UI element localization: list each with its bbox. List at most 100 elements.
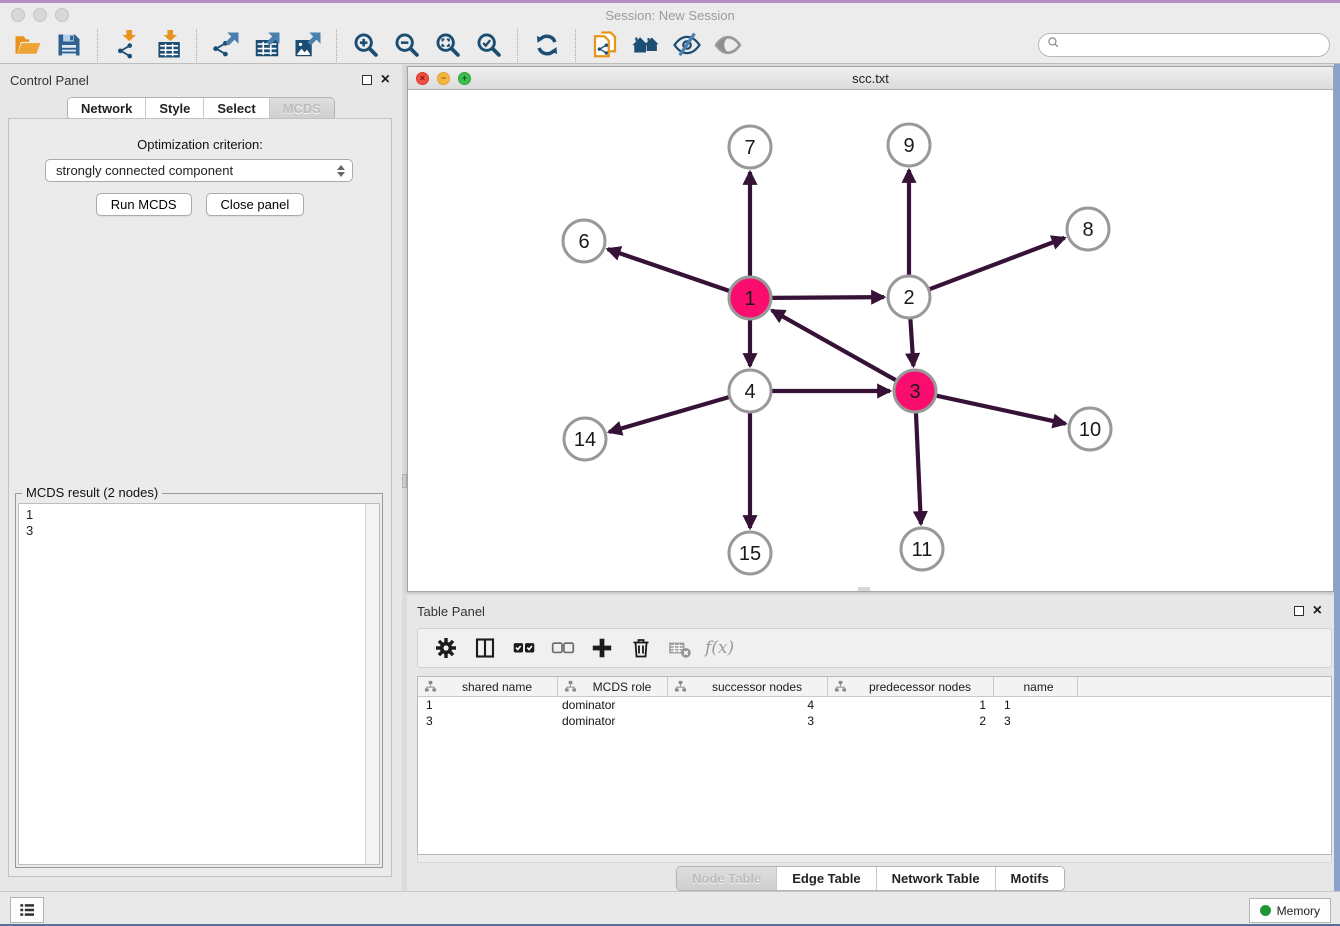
cell-predecessor-nodes[interactable]: 2 xyxy=(828,713,994,729)
cell-name[interactable]: 1 xyxy=(994,697,1078,713)
app-window: Session: New Session Control xyxy=(0,0,1340,926)
network-window-titlebar: × − + scc.txt xyxy=(408,67,1333,90)
search-input[interactable] xyxy=(1065,37,1329,53)
save-session-icon[interactable] xyxy=(52,29,85,62)
tree-icon xyxy=(834,680,847,693)
tab-style[interactable]: Style xyxy=(145,98,203,119)
tab-select[interactable]: Select xyxy=(203,98,268,119)
tab-mcds[interactable]: MCDS xyxy=(269,98,334,119)
edge-3-10[interactable] xyxy=(936,396,1065,424)
column-header-successor-nodes[interactable]: successor nodes xyxy=(668,677,828,696)
cell-shared-name[interactable]: 3 xyxy=(418,713,558,729)
show-columns-icon[interactable] xyxy=(468,632,501,665)
cell-mcds-role[interactable]: dominator xyxy=(558,697,668,713)
add-column-icon[interactable] xyxy=(585,632,618,665)
zoom-out-icon[interactable] xyxy=(390,29,423,62)
hide-selected-icon[interactable] xyxy=(670,29,703,62)
table-tabs: Node Table Edge Table Network Table Moti… xyxy=(407,866,1334,891)
result-line: 3 xyxy=(26,523,379,539)
table-settings-icon[interactable] xyxy=(429,632,462,665)
node-label-4: 4 xyxy=(744,381,755,403)
column-header-shared-name[interactable]: shared name xyxy=(418,677,558,696)
apply-layout-icon[interactable] xyxy=(530,29,563,62)
node-label-15: 15 xyxy=(739,543,761,565)
table-row[interactable]: 1 dominator 4 1 1 xyxy=(418,697,1331,713)
node-label-2: 2 xyxy=(903,287,914,309)
edge-2-8[interactable] xyxy=(930,238,1065,289)
table-panel: Table Panel × f(x) shared name MC xyxy=(407,595,1334,891)
tree-icon xyxy=(564,680,577,693)
import-network-icon[interactable] xyxy=(110,29,143,62)
memory-button[interactable]: Memory xyxy=(1249,898,1331,923)
edge-1-2[interactable] xyxy=(772,297,884,298)
column-header-predecessor-nodes[interactable]: predecessor nodes xyxy=(828,677,994,696)
criterion-dropdown[interactable]: strongly connected component xyxy=(45,159,353,182)
memory-status-icon xyxy=(1260,905,1271,916)
tab-edge-table[interactable]: Edge Table xyxy=(776,867,875,890)
edge-1-6[interactable] xyxy=(608,249,730,291)
close-panel-icon[interactable]: × xyxy=(1313,606,1322,616)
edge-2-3[interactable] xyxy=(910,319,913,366)
network-canvas[interactable]: 1234678910111415 xyxy=(408,90,1333,591)
tab-network[interactable]: Network xyxy=(68,98,145,119)
edge-3-11[interactable] xyxy=(916,413,921,524)
float-panel-icon[interactable] xyxy=(1294,606,1304,616)
close-panel-button[interactable]: Close panel xyxy=(206,193,305,216)
deselect-all-icon[interactable] xyxy=(546,632,579,665)
delete-table-icon xyxy=(663,632,696,665)
task-history-button[interactable] xyxy=(10,897,44,923)
clone-network-icon[interactable] xyxy=(588,29,621,62)
mcds-result-group: MCDS result (2 nodes) 1 3 xyxy=(15,493,383,868)
mcds-result-list[interactable]: 1 3 xyxy=(18,503,380,865)
cell-predecessor-nodes[interactable]: 1 xyxy=(828,697,994,713)
dropdown-stepper-icon xyxy=(337,165,345,177)
show-all-icon[interactable] xyxy=(711,29,744,62)
cell-mcds-role[interactable]: dominator xyxy=(558,713,668,729)
column-header-name[interactable]: name xyxy=(994,677,1078,696)
zoom-selected-icon[interactable] xyxy=(472,29,505,62)
first-neighbors-icon[interactable] xyxy=(629,29,662,62)
delete-column-icon[interactable] xyxy=(624,632,657,665)
zoom-fit-icon[interactable] xyxy=(431,29,464,62)
list-icon xyxy=(17,900,37,920)
toolbar-separator xyxy=(517,29,518,62)
node-label-8: 8 xyxy=(1082,219,1093,241)
edge-4-14[interactable] xyxy=(609,397,729,432)
export-image-icon[interactable] xyxy=(291,29,324,62)
close-panel-icon[interactable]: × xyxy=(381,75,390,85)
toolbar-separator xyxy=(97,29,98,62)
tab-node-table[interactable]: Node Table xyxy=(677,867,776,890)
select-all-icon[interactable] xyxy=(507,632,540,665)
toolbar-separator xyxy=(336,29,337,62)
window-title: Session: New Session xyxy=(0,8,1340,23)
table-scrollbar[interactable] xyxy=(417,855,1332,863)
tab-network-table[interactable]: Network Table xyxy=(876,867,995,890)
zoom-in-icon[interactable] xyxy=(349,29,382,62)
edge-3-1[interactable] xyxy=(772,310,896,380)
window-titlebar: Session: New Session xyxy=(0,3,1340,28)
network-view-title: scc.txt xyxy=(408,71,1333,86)
export-network-icon[interactable] xyxy=(209,29,242,62)
table-header-row: shared name MCDS role successor nodes pr… xyxy=(418,677,1331,697)
cell-successor-nodes[interactable]: 4 xyxy=(668,697,828,713)
canvas-scroll-grip[interactable] xyxy=(858,587,870,591)
status-bar: Memory xyxy=(0,891,1340,926)
tab-motifs[interactable]: Motifs xyxy=(995,867,1064,890)
toolbar-separator xyxy=(575,29,576,62)
network-graph[interactable]: 1234678910111415 xyxy=(408,90,1333,591)
table-row[interactable]: 3 dominator 3 2 3 xyxy=(418,713,1331,729)
tree-icon xyxy=(674,680,687,693)
cell-successor-nodes[interactable]: 3 xyxy=(668,713,828,729)
desktop-edge-accent xyxy=(1334,64,1340,891)
cell-shared-name[interactable]: 1 xyxy=(418,697,558,713)
column-header-mcds-role[interactable]: MCDS role xyxy=(558,677,668,696)
import-table-icon[interactable] xyxy=(151,29,184,62)
node-label-10: 10 xyxy=(1079,419,1101,441)
open-session-icon[interactable] xyxy=(11,29,44,62)
run-mcds-button[interactable]: Run MCDS xyxy=(96,193,192,216)
cell-name[interactable]: 3 xyxy=(994,713,1078,729)
control-panel-title: Control Panel xyxy=(10,73,89,88)
float-panel-icon[interactable] xyxy=(362,75,372,85)
result-scrollbar[interactable] xyxy=(365,504,379,864)
export-table-icon[interactable] xyxy=(250,29,283,62)
